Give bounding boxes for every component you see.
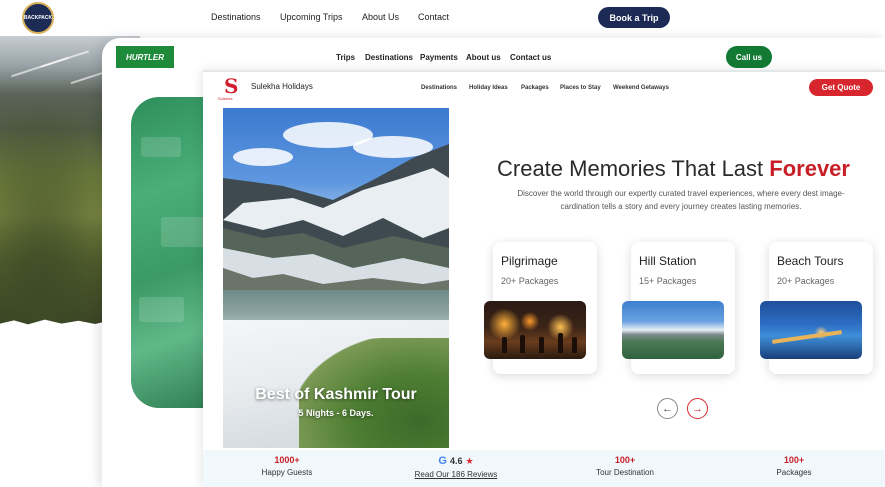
hurtler-logo-text: HURTLER [125,52,165,62]
sulekha-brand-name: Sulekha Holidays [251,82,313,91]
sulekha-nav-weekend-getaways[interactable]: Weekend Getaways [613,85,669,91]
category-card-hill-station[interactable]: Hill Station 15+ Packages [622,242,735,374]
rating-value: 4.6 [449,456,463,466]
category-title: Pilgrimage [501,254,558,268]
page-description: Discover the world through our expertly … [517,189,845,211]
backpack-nav-upcoming-trips[interactable]: Upcoming Trips [280,12,343,22]
page-headline: Create Memories That Last Forever [497,156,850,182]
hurtler-nav-destinations[interactable]: Destinations [365,53,413,62]
sulekha-logo-glyph: S [224,74,239,98]
stat-value: 100+ [614,455,636,465]
category-card-beach-tours[interactable]: Beach Tours 20+ Packages [760,242,873,374]
stat-value: 100+ [783,455,805,465]
stat-label: Tour Destination [596,468,654,477]
category-title: Beach Tours [777,254,844,268]
stat-happy-guests: 1000+ Happy Guests [217,455,357,477]
sulekha-nav-packages[interactable]: Packages [521,85,549,91]
carousel-next-button[interactable]: → [687,398,708,419]
category-count: 15+ Packages [639,276,697,286]
read-reviews-link[interactable]: Read Our 186 Reviews [386,470,526,479]
sulekha-logo[interactable]: S Sulekha [218,74,245,102]
hurtler-logo[interactable]: HURTLER [116,46,174,68]
category-count: 20+ Packages [777,276,835,286]
category-card-pilgrimage[interactable]: Pilgrimage 20+ Packages [484,242,597,374]
star-icon: ★ [465,455,474,466]
backpack-nav-destinations[interactable]: Destinations [211,12,261,22]
sulekha-top-divider [203,70,885,72]
backpack-header: BACKPACK Destinations Upcoming Trips Abo… [0,0,885,36]
stat-label: Happy Guests [261,468,313,477]
book-a-trip-button[interactable]: Book a Trip [598,7,670,28]
sulekha-nav-holiday-ideas[interactable]: Holiday Ideas [469,85,508,91]
category-title: Hill Station [639,254,697,268]
category-count: 20+ Packages [501,276,559,286]
stat-label: Packages [776,468,812,477]
carousel-prev-button[interactable]: ← [657,398,678,419]
stat-value: 1000+ [274,455,300,465]
stats-bar: 1000+ Happy Guests G 4.6 ★ Read Our 186 … [203,450,885,487]
arrow-right-icon: → [692,402,703,415]
hurtler-nav-payments[interactable]: Payments [420,53,458,62]
headline-accent: Forever [769,156,850,181]
sulekha-logo-sub: Sulekha [218,96,233,101]
backpack-nav-contact[interactable]: Contact [418,12,449,22]
google-icon: G [438,455,447,467]
backpack-nav-about-us[interactable]: About Us [362,12,399,22]
pilgrimage-image [484,301,586,359]
hero-card-title: Best of Kashmir Tour [255,386,417,403]
call-us-button[interactable]: Call us [726,46,772,68]
sulekha-site: S Sulekha Sulekha Holidays Destinations … [203,70,885,487]
hill-station-image [622,301,724,359]
kashmir-tour-card[interactable]: Best of Kashmir Tour 5 Nights - 6 Days. [223,108,449,448]
rating-row: G 4.6 ★ [386,455,526,467]
hurtler-nav-trips[interactable]: Trips [336,53,355,62]
backpack-logo[interactable]: BACKPACK [22,2,54,34]
arrow-left-icon: ← [662,402,673,415]
hurtler-nav-about-us[interactable]: About us [466,53,501,62]
beach-tours-image [760,301,862,359]
headline-main: Create Memories That Last [497,156,770,181]
screenshot-stage: BACKPACK Destinations Upcoming Trips Abo… [0,0,885,487]
stat-reviews: G 4.6 ★ Read Our 186 Reviews [386,455,526,479]
stat-packages: 100+ Packages [724,455,864,477]
sulekha-nav-places-to-stay[interactable]: Places to Stay [560,85,601,91]
hurtler-nav-contact-us[interactable]: Contact us [510,53,551,62]
get-quote-button[interactable]: Get Quote [809,79,873,96]
stat-tour-destination: 100+ Tour Destination [555,455,695,477]
backpack-logo-text: BACKPACK [23,15,53,21]
sulekha-nav-destinations[interactable]: Destinations [421,85,457,91]
hero-card-subtitle: 5 Nights - 6 Days. [298,408,374,418]
